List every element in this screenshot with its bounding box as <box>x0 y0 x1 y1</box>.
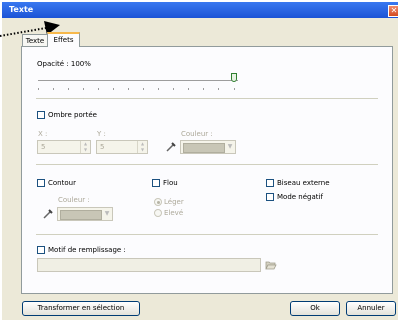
fill-pattern-label: Motif de remplissage : <box>48 246 126 254</box>
blur-label: Flou <box>163 179 178 187</box>
blur-radio-light[interactable] <box>154 198 162 206</box>
spin-down-icon: ▼ <box>83 147 88 152</box>
separator <box>36 234 378 235</box>
cancel-button[interactable]: Annuler <box>346 301 396 316</box>
shadow-color-label: Couleur : <box>181 130 213 138</box>
convert-to-selection-button[interactable]: Transformer en sélection <box>22 301 140 316</box>
spinner-value: 5 <box>41 143 46 151</box>
contour-color-dropdown[interactable]: ▼ <box>57 207 113 221</box>
close-button[interactable]: ✕ <box>388 5 398 17</box>
tab-texte[interactable]: Texte <box>22 34 48 46</box>
shadow-y-spinner[interactable]: 5 ▲ ▼ <box>96 140 148 154</box>
effects-panel <box>21 46 393 294</box>
shadow-label: Ombre portée <box>48 111 97 119</box>
fill-pattern-checkbox[interactable] <box>37 246 45 254</box>
blur-option-light: Léger <box>164 198 184 206</box>
negative-checkbox[interactable] <box>266 193 274 201</box>
eyedropper-icon[interactable] <box>43 209 53 219</box>
blur-radio-high[interactable] <box>154 209 162 217</box>
title-bar: Texte ✕ <box>2 2 398 18</box>
ok-button[interactable]: Ok <box>290 301 340 316</box>
opacity-slider-track <box>38 80 238 81</box>
spinner-buttons[interactable]: ▲ ▼ <box>137 141 147 153</box>
contour-label: Contour <box>48 179 76 187</box>
contour-checkbox[interactable] <box>37 179 45 187</box>
spin-down-icon: ▼ <box>140 147 145 152</box>
spinner-value: 5 <box>100 143 105 151</box>
color-swatch <box>183 143 225 153</box>
opacity-slider-thumb[interactable] <box>231 73 237 82</box>
folder-open-icon[interactable] <box>265 260 277 270</box>
blur-option-high: Elevé <box>164 209 184 217</box>
close-icon: ✕ <box>390 6 398 15</box>
opacity-label: Opacité : 100% <box>37 60 91 68</box>
color-swatch <box>60 210 102 220</box>
window-title: Texte <box>9 5 34 14</box>
chevron-down-icon: ▼ <box>227 143 233 150</box>
shadow-checkbox[interactable] <box>37 111 45 119</box>
opacity-slider-ticks <box>38 85 238 90</box>
shadow-x-label: X : <box>38 130 48 138</box>
tab-label: Effets <box>53 36 74 44</box>
separator <box>36 164 378 165</box>
blur-checkbox[interactable] <box>152 179 160 187</box>
shadow-color-dropdown[interactable]: ▼ <box>180 140 236 154</box>
fill-pattern-path-input[interactable] <box>37 258 261 272</box>
separator <box>36 98 378 99</box>
contour-color-label: Couleur : <box>58 196 90 204</box>
spinner-buttons[interactable]: ▲ ▼ <box>80 141 90 153</box>
shadow-x-spinner[interactable]: 5 ▲ ▼ <box>37 140 91 154</box>
negative-label: Mode négatif <box>277 193 323 201</box>
eyedropper-icon[interactable] <box>166 142 176 152</box>
chevron-down-icon: ▼ <box>104 210 110 217</box>
radio-dot <box>157 201 160 204</box>
bevel-label: Biseau externe <box>277 179 330 187</box>
tab-label: Texte <box>25 37 45 45</box>
tab-effets[interactable]: Effets <box>47 32 80 47</box>
shadow-y-label: Y : <box>97 130 106 138</box>
bevel-checkbox[interactable] <box>266 179 274 187</box>
